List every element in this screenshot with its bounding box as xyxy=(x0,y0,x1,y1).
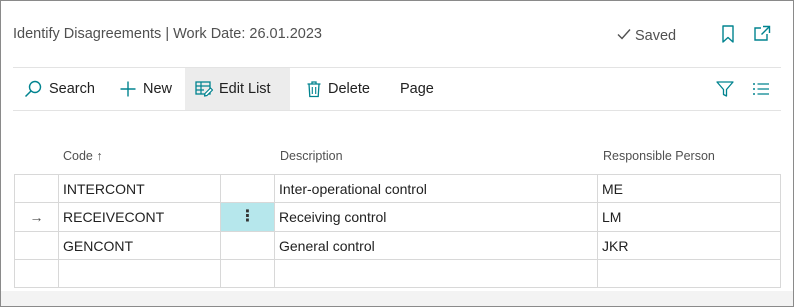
responsible-person-cell[interactable]: JKR xyxy=(597,231,781,260)
table-row[interactable]: INTERCONT Inter-operational control ME xyxy=(14,174,781,203)
column-header-description[interactable]: Description xyxy=(280,149,343,163)
open-in-new-window-icon[interactable] xyxy=(752,24,772,44)
page-label: Page xyxy=(400,81,434,97)
row-menu-cell[interactable]: ⋮ xyxy=(220,202,275,232)
page-header: Identify Disagreements | Work Date: 26.0… xyxy=(1,1,793,67)
column-header-responsible-person[interactable]: Responsible Person xyxy=(603,149,715,163)
trash-icon xyxy=(306,80,322,98)
new-label: New xyxy=(143,81,173,97)
responsible-person-cell[interactable]: LM xyxy=(597,202,781,232)
code-cell[interactable]: GENCONT xyxy=(58,231,221,260)
row-menu-cell[interactable] xyxy=(220,259,275,288)
list-grid: INTERCONT Inter-operational control ME →… xyxy=(14,174,781,288)
description-cell[interactable]: Inter-operational control xyxy=(274,174,598,203)
saved-status: Saved xyxy=(616,26,676,46)
page-window: Identify Disagreements | Work Date: 26.0… xyxy=(0,0,794,307)
code-cell[interactable]: RECEIVECONT xyxy=(58,202,221,232)
current-row-arrow-icon: → xyxy=(14,202,59,232)
column-header-code[interactable]: Code ↑ xyxy=(63,149,103,163)
row-indicator xyxy=(14,174,59,203)
check-icon xyxy=(616,26,632,46)
search-label: Search xyxy=(49,81,95,97)
more-options-icon[interactable]: ⋮ xyxy=(240,204,256,231)
delete-button[interactable]: Delete xyxy=(296,68,378,110)
code-cell[interactable] xyxy=(58,259,221,288)
search-button[interactable]: Search xyxy=(13,68,109,110)
action-bar: Search New Edit List Delete Page xyxy=(13,68,783,110)
description-cell[interactable]: General control xyxy=(274,231,598,260)
row-indicator xyxy=(14,259,59,288)
page-title: Identify Disagreements | Work Date: 26.0… xyxy=(13,26,322,42)
responsible-person-cell[interactable] xyxy=(597,259,781,288)
row-menu-cell[interactable] xyxy=(220,174,275,203)
table-row-new[interactable] xyxy=(14,259,781,288)
search-icon xyxy=(23,79,43,99)
edit-list-button[interactable]: Edit List xyxy=(185,68,290,110)
saved-label: Saved xyxy=(635,28,677,44)
filter-icon[interactable] xyxy=(715,79,735,99)
row-indicator xyxy=(14,231,59,260)
code-cell[interactable]: INTERCONT xyxy=(58,174,221,203)
delete-label: Delete xyxy=(328,81,370,97)
edit-list-icon xyxy=(195,80,213,98)
sort-ascending-icon: ↑ xyxy=(96,149,103,163)
responsible-person-cell[interactable]: ME xyxy=(597,174,781,203)
bottom-scroll-area xyxy=(1,291,793,306)
new-button[interactable]: New xyxy=(109,68,185,110)
bookmark-icon[interactable] xyxy=(718,24,738,44)
description-cell[interactable] xyxy=(274,259,598,288)
list-view-icon[interactable] xyxy=(751,79,771,99)
column-header-code-label: Code xyxy=(63,149,93,163)
page-menu-button[interactable]: Page xyxy=(390,68,446,110)
toolbar-divider xyxy=(13,110,781,111)
plus-icon xyxy=(119,80,137,98)
description-cell[interactable]: Receiving control xyxy=(274,202,598,232)
table-row[interactable]: GENCONT General control JKR xyxy=(14,231,781,260)
edit-list-label: Edit List xyxy=(219,81,271,97)
row-menu-cell[interactable] xyxy=(220,231,275,260)
table-row-current[interactable]: → RECEIVECONT ⋮ Receiving control LM xyxy=(14,202,781,232)
